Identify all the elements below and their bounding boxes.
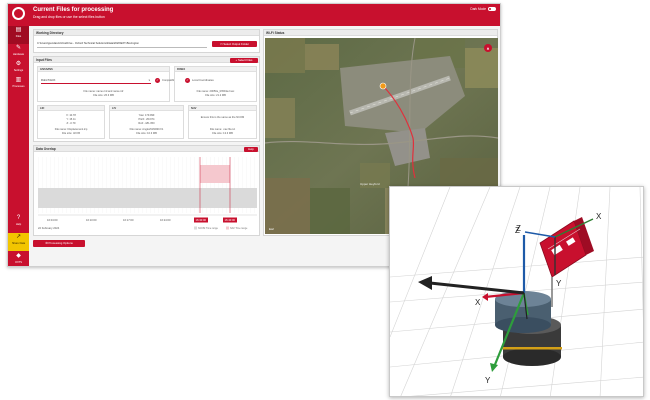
- ncom-time-range-bar: [38, 188, 257, 208]
- gear-icon: ⚙: [15, 61, 22, 67]
- liv-title: LIV: [110, 106, 183, 111]
- check-icon: ✓: [185, 78, 190, 83]
- tick-label: 16:10:00: [86, 218, 97, 222]
- liv-roll-value: Roll: -181.050: [138, 122, 155, 125]
- brand-icon: ◆: [16, 253, 21, 259]
- gnss-ins-card: GNSS/INS RoboTrACK ▾ ✓ Compatible File n…: [37, 66, 176, 102]
- lid-card: LID X: 10.78 Y: 15.11 Z: -0.79 File name…: [37, 105, 105, 139]
- file-icon: ▤: [15, 27, 22, 33]
- input-files-title: Input Files: [34, 57, 259, 63]
- data-overlap-panel: Data Overlap Help 16:04:00 16:10:00 16:1…: [33, 145, 260, 236]
- overlap-timeline: 16:04:00 16:10:00 16:17:00 16:24:00 16:3…: [38, 157, 257, 230]
- legend-swatch-ncom: [194, 226, 197, 230]
- axis-label-y: Y: [556, 279, 562, 288]
- tick-label: 16:04:00: [47, 218, 58, 222]
- map-place-label: Upper Heyford: [360, 182, 380, 186]
- liv-card: LIV Yaw: 179.999 Pitch: -89.974 Roll: -1…: [109, 105, 184, 139]
- nav-file-size: File size: 13.3 MB: [212, 132, 233, 135]
- timeline-date: 22 February 2024: [38, 226, 60, 230]
- output-path-field[interactable]: C:\Users\jpendarvis\OneDrive - Oxford Te…: [37, 40, 207, 48]
- wrench-icon: ✎: [15, 45, 22, 51]
- dark-mode-toggle[interactable]: [488, 7, 496, 11]
- nav-message: Ensure this is the same as the NCOM: [200, 116, 245, 119]
- sidebar-item-help[interactable]: ? Help: [8, 214, 29, 232]
- range-start-time: 16:30:00: [196, 218, 207, 222]
- axis-label-z: Z: [516, 224, 521, 233]
- sidebar: ▤ Files ✎ Hardware ⚙ Settings ▥ Processe…: [8, 4, 29, 266]
- range-end-time: 16:40:00: [225, 218, 236, 222]
- sidebar-item-processes[interactable]: ▥ Processes: [8, 76, 29, 94]
- select-output-folder-button[interactable]: ▭ Select Output Folder: [212, 41, 257, 47]
- sensor-3d-view: X Y Z X Y Z: [389, 186, 644, 397]
- gnss-file-size: File size: 26.3 MB: [93, 94, 114, 97]
- nav-card: NAV Ensure this is the same as the NCOM …: [188, 105, 257, 139]
- rinex-file-size: File size: 21.2 MB: [205, 94, 226, 97]
- gnss-ins-title: GNSS/INS: [38, 67, 169, 72]
- lid-title: LID: [38, 106, 104, 111]
- sidebar-item-files[interactable]: ▤ Files: [8, 26, 29, 44]
- header-bar: Current Files for processing Drag and dr…: [29, 4, 500, 26]
- rinex-card: RINEX ✓ Local Coordinates File name: 200…: [174, 66, 257, 102]
- list-icon: ▥: [15, 77, 22, 83]
- input-files-panel: Input Files + Select Files GNSS/INS Robo…: [33, 56, 260, 142]
- axis-label-x: X: [596, 212, 602, 221]
- lid-z-value: Z: -0.79: [66, 122, 76, 125]
- help-icon: ?: [16, 215, 21, 221]
- page-subtitle: Drag and drop files or use the select fi…: [33, 15, 105, 19]
- liv-file-size: File size: 10.3 MB: [136, 132, 157, 135]
- page-title: Current Files for processing: [33, 7, 114, 13]
- map-title: Wi-Fi Status: [264, 30, 497, 36]
- vehicle-marker-icon[interactable]: [379, 82, 387, 90]
- working-directory-title: Working Directory: [34, 30, 259, 36]
- nav-time-range-bar: [200, 165, 230, 183]
- check-icon: ✓: [155, 78, 160, 83]
- legend-swatch-nav: [226, 226, 229, 230]
- axis-label-x: X: [475, 298, 481, 307]
- dark-mode-label: Dark Mode: [470, 7, 486, 11]
- processing-options-button[interactable]: ⚙ Processing Options: [33, 240, 85, 247]
- data-overlap-title: Data Overlap: [34, 146, 259, 152]
- legend-ncom: NCOM Time range: [198, 227, 219, 230]
- gnss-device-select[interactable]: RoboTrACK ▾: [41, 78, 151, 84]
- overlap-help-button[interactable]: Help: [244, 147, 258, 152]
- legend-nav: NAV Time range: [230, 227, 248, 230]
- map-layers-icon: ▲: [486, 46, 490, 51]
- sensor-3d-scene: X Y Z X Y Z: [390, 187, 643, 396]
- sidebar-item-brand[interactable]: ◆ OXTS: [8, 252, 29, 266]
- map-credit: Esri: [269, 227, 275, 231]
- axis-label-y: Y: [485, 376, 491, 385]
- select-files-button[interactable]: + Select Files: [230, 58, 258, 63]
- chevron-down-icon: ▾: [148, 79, 150, 82]
- tick-label: 16:24:00: [160, 218, 171, 222]
- tick-label: 16:17:00: [123, 218, 134, 222]
- rinex-title: RINEX: [175, 67, 256, 72]
- lid-file-size: File size: 32 KB: [61, 132, 81, 135]
- sidebar-item-share[interactable]: ↗ Share Data: [8, 233, 29, 251]
- nav-title: NAV: [189, 106, 256, 111]
- composite-screenshot: ▤ Files ✎ Hardware ⚙ Settings ▥ Processe…: [0, 0, 650, 400]
- working-directory-panel: Working Directory C:\Users\jpendarvis\On…: [33, 29, 260, 53]
- app-logo: [12, 7, 25, 20]
- rinex-status-label: Local Coordinates: [192, 79, 214, 82]
- share-icon: ↗: [15, 234, 22, 240]
